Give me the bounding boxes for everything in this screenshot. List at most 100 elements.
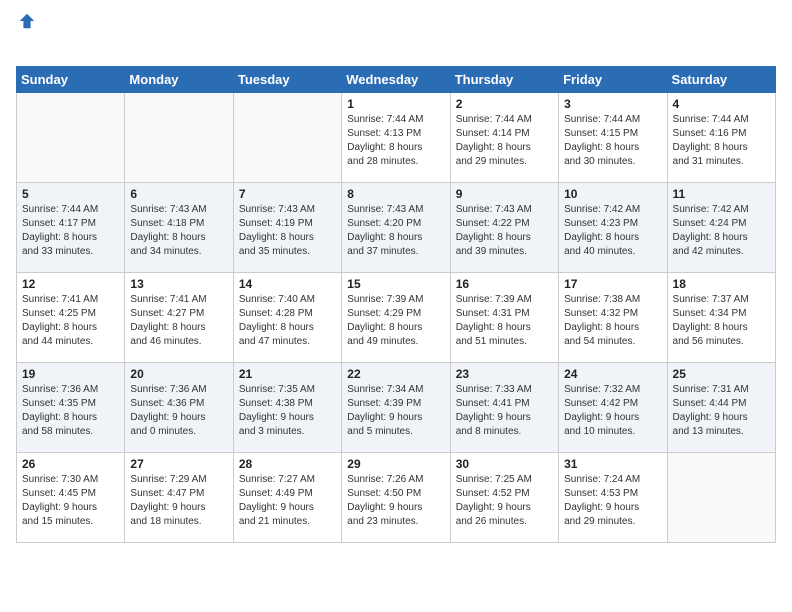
day-number: 26 bbox=[22, 457, 119, 471]
day-info: Sunrise: 7:26 AM Sunset: 4:50 PM Dayligh… bbox=[347, 473, 444, 529]
day-number: 16 bbox=[456, 277, 553, 291]
day-number: 2 bbox=[456, 97, 553, 111]
day-info: Sunrise: 7:37 AM Sunset: 4:34 PM Dayligh… bbox=[673, 293, 770, 349]
header bbox=[16, 12, 776, 56]
day-info: Sunrise: 7:44 AM Sunset: 4:15 PM Dayligh… bbox=[564, 113, 661, 169]
day-number: 27 bbox=[130, 457, 227, 471]
calendar-cell: 30 Sunrise: 7:25 AM Sunset: 4:52 PM Dayli… bbox=[450, 453, 558, 543]
calendar-cell: 21 Sunrise: 7:35 AM Sunset: 4:38 PM Dayli… bbox=[233, 363, 341, 453]
calendar-cell: 18 Sunrise: 7:37 AM Sunset: 4:34 PM Dayli… bbox=[667, 273, 775, 363]
day-number: 13 bbox=[130, 277, 227, 291]
day-number: 6 bbox=[130, 187, 227, 201]
col-header-saturday: Saturday bbox=[667, 67, 775, 93]
logo-icon bbox=[18, 12, 36, 30]
col-header-wednesday: Wednesday bbox=[342, 67, 450, 93]
page: SundayMondayTuesdayWednesdayThursdayFrid… bbox=[0, 0, 792, 612]
day-info: Sunrise: 7:32 AM Sunset: 4:42 PM Dayligh… bbox=[564, 383, 661, 439]
calendar-week-row: 1 Sunrise: 7:44 AM Sunset: 4:13 PM Daylig… bbox=[17, 93, 776, 183]
day-number: 1 bbox=[347, 97, 444, 111]
day-info: Sunrise: 7:39 AM Sunset: 4:29 PM Dayligh… bbox=[347, 293, 444, 349]
day-info: Sunrise: 7:43 AM Sunset: 4:22 PM Dayligh… bbox=[456, 203, 553, 259]
calendar-cell: 14 Sunrise: 7:40 AM Sunset: 4:28 PM Dayli… bbox=[233, 273, 341, 363]
calendar-cell: 27 Sunrise: 7:29 AM Sunset: 4:47 PM Dayli… bbox=[125, 453, 233, 543]
day-info: Sunrise: 7:44 AM Sunset: 4:13 PM Dayligh… bbox=[347, 113, 444, 169]
day-number: 9 bbox=[456, 187, 553, 201]
day-info: Sunrise: 7:42 AM Sunset: 4:24 PM Dayligh… bbox=[673, 203, 770, 259]
day-info: Sunrise: 7:29 AM Sunset: 4:47 PM Dayligh… bbox=[130, 473, 227, 529]
day-number: 4 bbox=[673, 97, 770, 111]
calendar-cell: 6Sunrise: 7:43 AM Sunset: 4:18 PM Daylig… bbox=[125, 183, 233, 273]
day-number: 24 bbox=[564, 367, 661, 381]
calendar-cell bbox=[17, 93, 125, 183]
day-info: Sunrise: 7:39 AM Sunset: 4:31 PM Dayligh… bbox=[456, 293, 553, 349]
day-info: Sunrise: 7:44 AM Sunset: 4:17 PM Dayligh… bbox=[22, 203, 119, 259]
calendar-week-row: 5 Sunrise: 7:44 AM Sunset: 4:17 PM Daylig… bbox=[17, 183, 776, 273]
day-info: Sunrise: 7:40 AM Sunset: 4:28 PM Dayligh… bbox=[239, 293, 336, 349]
day-number: 21 bbox=[239, 367, 336, 381]
day-number: 10 bbox=[564, 187, 661, 201]
calendar-cell: 24 Sunrise: 7:32 AM Sunset: 4:42 PM Dayli… bbox=[559, 363, 667, 453]
calendar-cell bbox=[667, 453, 775, 543]
day-number: 17 bbox=[564, 277, 661, 291]
day-info: Sunrise: 7:35 AM Sunset: 4:38 PM Dayligh… bbox=[239, 383, 336, 439]
col-header-friday: Friday bbox=[559, 67, 667, 93]
col-header-tuesday: Tuesday bbox=[233, 67, 341, 93]
day-number: 15 bbox=[347, 277, 444, 291]
calendar-cell: 12 Sunrise: 7:41 AM Sunset: 4:25 PM Dayli… bbox=[17, 273, 125, 363]
calendar-cell: 28 Sunrise: 7:27 AM Sunset: 4:49 PM Dayli… bbox=[233, 453, 341, 543]
day-info: Sunrise: 7:41 AM Sunset: 4:25 PM Dayligh… bbox=[22, 293, 119, 349]
day-number: 11 bbox=[673, 187, 770, 201]
calendar-cell bbox=[125, 93, 233, 183]
day-number: 23 bbox=[456, 367, 553, 381]
day-number: 5 bbox=[22, 187, 119, 201]
day-info: Sunrise: 7:25 AM Sunset: 4:52 PM Dayligh… bbox=[456, 473, 553, 529]
day-number: 18 bbox=[673, 277, 770, 291]
day-number: 14 bbox=[239, 277, 336, 291]
calendar-cell: 15 Sunrise: 7:39 AM Sunset: 4:29 PM Dayli… bbox=[342, 273, 450, 363]
day-info: Sunrise: 7:43 AM Sunset: 4:20 PM Dayligh… bbox=[347, 203, 444, 259]
calendar-cell: 22Sunrise: 7:34 AM Sunset: 4:39 PM Dayli… bbox=[342, 363, 450, 453]
day-info: Sunrise: 7:43 AM Sunset: 4:19 PM Dayligh… bbox=[239, 203, 336, 259]
calendar-cell: 8 Sunrise: 7:43 AM Sunset: 4:20 PM Daylig… bbox=[342, 183, 450, 273]
calendar-week-row: 26 Sunrise: 7:30 AM Sunset: 4:45 PM Dayli… bbox=[17, 453, 776, 543]
day-info: Sunrise: 7:38 AM Sunset: 4:32 PM Dayligh… bbox=[564, 293, 661, 349]
calendar-header-row: SundayMondayTuesdayWednesdayThursdayFrid… bbox=[17, 67, 776, 93]
calendar-cell: 5 Sunrise: 7:44 AM Sunset: 4:17 PM Daylig… bbox=[17, 183, 125, 273]
day-number: 12 bbox=[22, 277, 119, 291]
day-info: Sunrise: 7:24 AM Sunset: 4:53 PM Dayligh… bbox=[564, 473, 661, 529]
calendar-cell: 19Sunrise: 7:36 AM Sunset: 4:35 PM Dayli… bbox=[17, 363, 125, 453]
calendar-cell bbox=[233, 93, 341, 183]
calendar-cell: 11 Sunrise: 7:42 AM Sunset: 4:24 PM Dayli… bbox=[667, 183, 775, 273]
day-info: Sunrise: 7:41 AM Sunset: 4:27 PM Dayligh… bbox=[130, 293, 227, 349]
calendar-cell: 3 Sunrise: 7:44 AM Sunset: 4:15 PM Daylig… bbox=[559, 93, 667, 183]
calendar-table: SundayMondayTuesdayWednesdayThursdayFrid… bbox=[16, 66, 776, 543]
calendar-cell: 16 Sunrise: 7:39 AM Sunset: 4:31 PM Dayli… bbox=[450, 273, 558, 363]
day-info: Sunrise: 7:27 AM Sunset: 4:49 PM Dayligh… bbox=[239, 473, 336, 529]
day-info: Sunrise: 7:44 AM Sunset: 4:14 PM Dayligh… bbox=[456, 113, 553, 169]
day-info: Sunrise: 7:36 AM Sunset: 4:35 PM Dayligh… bbox=[22, 383, 119, 439]
calendar-cell: 1 Sunrise: 7:44 AM Sunset: 4:13 PM Daylig… bbox=[342, 93, 450, 183]
col-header-monday: Monday bbox=[125, 67, 233, 93]
day-number: 8 bbox=[347, 187, 444, 201]
day-info: Sunrise: 7:33 AM Sunset: 4:41 PM Dayligh… bbox=[456, 383, 553, 439]
day-number: 20 bbox=[130, 367, 227, 381]
calendar-cell: 7 Sunrise: 7:43 AM Sunset: 4:19 PM Daylig… bbox=[233, 183, 341, 273]
day-info: Sunrise: 7:44 AM Sunset: 4:16 PM Dayligh… bbox=[673, 113, 770, 169]
calendar-cell: 17 Sunrise: 7:38 AM Sunset: 4:32 PM Dayli… bbox=[559, 273, 667, 363]
day-number: 30 bbox=[456, 457, 553, 471]
col-header-thursday: Thursday bbox=[450, 67, 558, 93]
calendar-cell: 4 Sunrise: 7:44 AM Sunset: 4:16 PM Daylig… bbox=[667, 93, 775, 183]
calendar-cell: 9 Sunrise: 7:43 AM Sunset: 4:22 PM Daylig… bbox=[450, 183, 558, 273]
day-info: Sunrise: 7:30 AM Sunset: 4:45 PM Dayligh… bbox=[22, 473, 119, 529]
calendar-cell: 25Sunrise: 7:31 AM Sunset: 4:44 PM Dayli… bbox=[667, 363, 775, 453]
calendar-cell: 23 Sunrise: 7:33 AM Sunset: 4:41 PM Dayli… bbox=[450, 363, 558, 453]
day-number: 3 bbox=[564, 97, 661, 111]
calendar-cell: 31Sunrise: 7:24 AM Sunset: 4:53 PM Dayli… bbox=[559, 453, 667, 543]
calendar-cell: 10Sunrise: 7:42 AM Sunset: 4:23 PM Dayli… bbox=[559, 183, 667, 273]
col-header-sunday: Sunday bbox=[17, 67, 125, 93]
calendar-cell: 20Sunrise: 7:36 AM Sunset: 4:36 PM Dayli… bbox=[125, 363, 233, 453]
day-number: 7 bbox=[239, 187, 336, 201]
calendar-cell: 29Sunrise: 7:26 AM Sunset: 4:50 PM Dayli… bbox=[342, 453, 450, 543]
day-number: 28 bbox=[239, 457, 336, 471]
day-number: 25 bbox=[673, 367, 770, 381]
